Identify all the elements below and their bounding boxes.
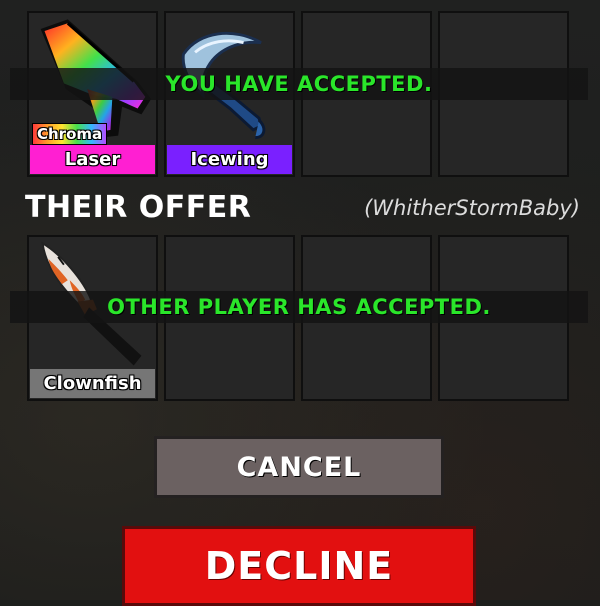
their-offer-title: THEIR OFFER bbox=[25, 190, 252, 225]
your-accepted-banner: YOU HAVE ACCEPTED. bbox=[10, 68, 588, 100]
chroma-badge: Chroma bbox=[32, 123, 108, 145]
decline-button[interactable]: DECLINE bbox=[122, 526, 476, 606]
cancel-button[interactable]: CANCEL bbox=[154, 436, 444, 498]
item-name-clownfish: Clownfish bbox=[30, 369, 155, 398]
item-name-laser: Laser bbox=[30, 145, 155, 174]
other-player-name: (WhitherStormBaby) bbox=[364, 196, 580, 220]
other-accepted-banner: OTHER PLAYER HAS ACCEPTED. bbox=[10, 291, 588, 323]
item-name-icewing: Icewing bbox=[167, 145, 292, 174]
